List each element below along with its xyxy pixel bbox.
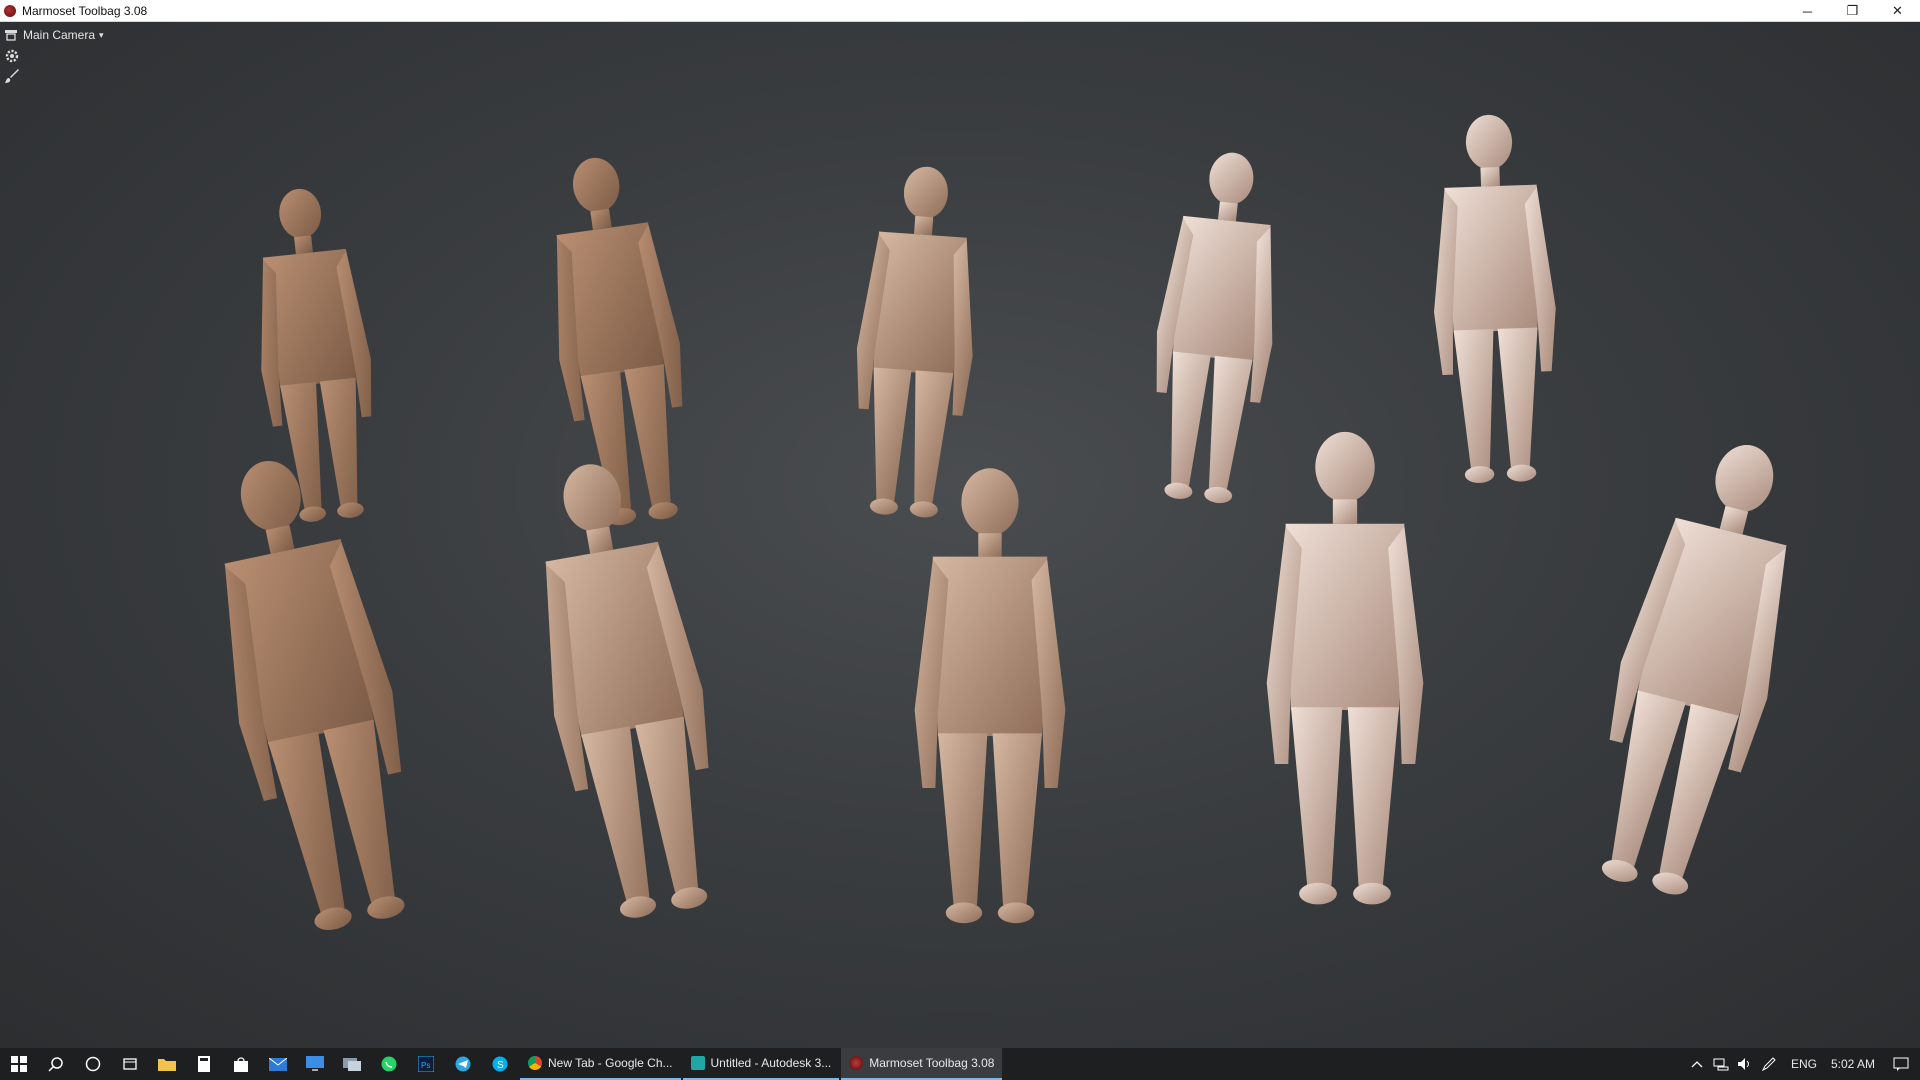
brush-icon[interactable]: [4, 68, 20, 84]
camera-label: Main Camera: [23, 28, 96, 42]
clock[interactable]: 5:02 AM: [1831, 1057, 1875, 1071]
3d-viewport[interactable]: Main Camera ▾: [0, 22, 1920, 1048]
network-icon[interactable]: [1712, 1048, 1730, 1080]
figure-10: [1569, 427, 1826, 906]
whatsapp-icon[interactable]: [370, 1048, 407, 1080]
figure-8: [914, 468, 1066, 924]
settings-icon[interactable]: [4, 48, 20, 64]
figure-4: [1139, 146, 1292, 507]
store-icon[interactable]: [222, 1048, 259, 1080]
taskbar-item-3dsmax[interactable]: Untitled - Autodesk 3...: [682, 1048, 840, 1080]
figure-9: [1266, 431, 1424, 905]
title-bar: Marmoset Toolbag 3.08 ─ ❐ ✕: [0, 0, 1920, 22]
volume-icon[interactable]: [1736, 1048, 1754, 1080]
skype-icon[interactable]: S: [481, 1048, 518, 1080]
3dsmax-icon: [690, 1056, 705, 1070]
mail-icon[interactable]: [259, 1048, 296, 1080]
language-indicator[interactable]: ENG: [1791, 1057, 1817, 1071]
taskbar-item-chrome[interactable]: New Tab - Google Ch...: [520, 1048, 681, 1080]
window-controls: ─ ❐ ✕: [1785, 0, 1920, 22]
photoshop-icon[interactable]: Ps: [407, 1048, 444, 1080]
search-icon[interactable]: [37, 1048, 74, 1080]
camera-selector[interactable]: Main Camera ▾: [4, 26, 104, 44]
minimize-button[interactable]: ─: [1785, 0, 1830, 22]
figure-2: [532, 149, 704, 531]
chevron-up-icon[interactable]: [1688, 1048, 1706, 1080]
svg-text:S: S: [497, 1060, 504, 1071]
restore-button[interactable]: ❐: [1830, 0, 1875, 22]
viewport-toolbar: Main Camera ▾: [4, 26, 104, 84]
scene-figures[interactable]: [0, 22, 1920, 1048]
windows-start-icon[interactable]: [0, 1048, 37, 1080]
marmoset-app-icon: [4, 4, 16, 17]
camera-icon: [5, 30, 17, 41]
svg-text:Ps: Ps: [421, 1061, 430, 1070]
close-button[interactable]: ✕: [1875, 0, 1920, 22]
pen-icon[interactable]: [1760, 1048, 1778, 1080]
taskbar-item-marmoset[interactable]: Marmoset Toolbag 3.08: [841, 1048, 1003, 1080]
file-explorer-icon[interactable]: [148, 1048, 185, 1080]
calculator-icon[interactable]: [185, 1048, 222, 1080]
cortana-icon[interactable]: [74, 1048, 111, 1080]
telegram-icon[interactable]: [444, 1048, 481, 1080]
taskbar-item-label: New Tab - Google Ch...: [548, 1056, 673, 1070]
monitor-icon[interactable]: [296, 1048, 333, 1080]
remote-desktop-icon[interactable]: [333, 1048, 370, 1080]
chrome-icon: [528, 1056, 542, 1070]
system-tray: ENG 5:02 AM: [1685, 1048, 1920, 1080]
taskbar-item-label: Untitled - Autodesk 3...: [710, 1056, 832, 1070]
figure-5: [1427, 112, 1562, 485]
chevron-down-icon: ▾: [99, 29, 104, 40]
window-title: Marmoset Toolbag 3.08: [22, 3, 148, 18]
marmoset-icon: [849, 1056, 864, 1070]
figure-3: [845, 162, 986, 520]
task-view-icon[interactable]: [111, 1048, 148, 1080]
taskbar-item-label: Marmoset Toolbag 3.08: [869, 1056, 995, 1070]
notifications-icon[interactable]: [1892, 1048, 1910, 1080]
windows-taskbar: Ps S New Tab - Google Ch... Untitled - A…: [0, 1048, 1920, 1080]
